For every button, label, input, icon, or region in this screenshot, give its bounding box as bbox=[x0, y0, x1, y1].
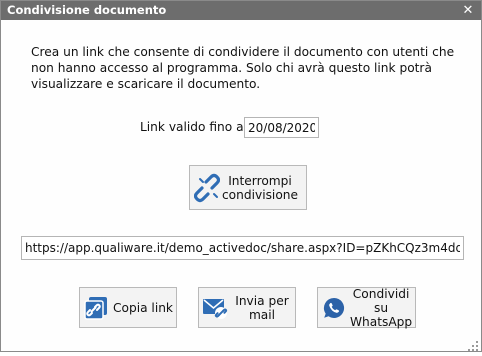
close-button[interactable]: ✕ bbox=[461, 1, 475, 20]
whatsapp-icon bbox=[320, 294, 347, 322]
share-link-field[interactable] bbox=[21, 236, 464, 260]
share-document-dialog: Condivisione documento ✕ Crea un link ch… bbox=[0, 0, 482, 352]
stop-sharing-label: Interrompi condivisione bbox=[221, 173, 299, 202]
send-mail-button[interactable]: Invia per mail bbox=[198, 287, 296, 328]
dialog-title-bar[interactable]: Condivisione documento ✕ bbox=[1, 1, 481, 20]
resize-grip-icon[interactable] bbox=[467, 337, 479, 351]
broken-link-icon bbox=[194, 173, 220, 203]
description-text: Crea un link che consente di condividere… bbox=[31, 45, 455, 91]
stop-sharing-button[interactable]: Interrompi condivisione bbox=[189, 165, 307, 210]
whatsapp-share-button[interactable]: Condividi su WhatsApp bbox=[317, 286, 416, 329]
mail-link-icon bbox=[201, 294, 229, 322]
dialog-title: Condivisione documento bbox=[7, 3, 167, 17]
link-valid-until-label: Link valido fino al bbox=[140, 120, 247, 134]
expiry-date-field[interactable] bbox=[244, 117, 319, 138]
copy-link-icon bbox=[82, 294, 110, 322]
copy-link-button[interactable]: Copia link bbox=[79, 287, 177, 328]
send-mail-label: Invia per mail bbox=[235, 293, 289, 322]
copy-link-label: Copia link bbox=[113, 300, 173, 315]
whatsapp-share-label: Condividi su WhatsApp bbox=[349, 286, 413, 329]
close-icon: ✕ bbox=[462, 3, 474, 18]
